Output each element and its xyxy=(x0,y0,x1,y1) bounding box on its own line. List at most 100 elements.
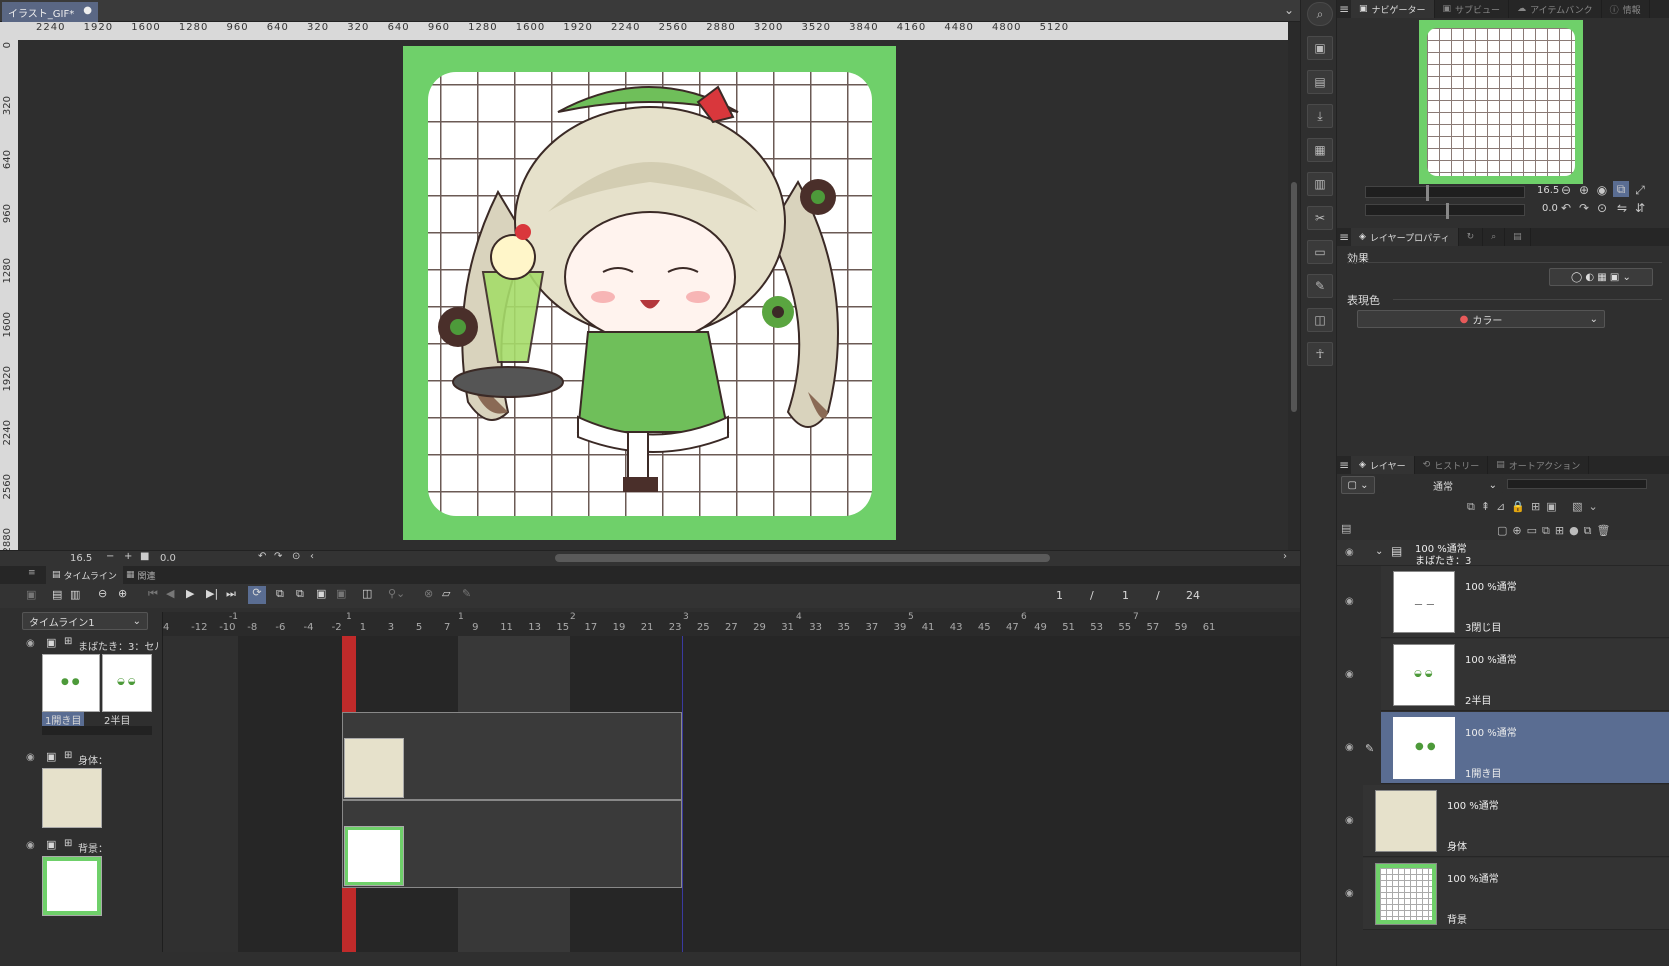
layer-row[interactable]: 100 %通常 背景 xyxy=(1363,858,1669,930)
tab-related[interactable]: ▦ 関連 xyxy=(120,566,162,584)
artwork-canvas[interactable] xyxy=(403,46,896,540)
expand-icon[interactable]: ⊞ xyxy=(64,636,72,647)
fit-icon[interactable]: ■ xyxy=(140,551,149,562)
fit-icon[interactable]: ◉ xyxy=(1595,183,1609,197)
prev-frame-icon[interactable]: ◀ xyxy=(166,587,174,600)
folder-icon[interactable]: ▭ xyxy=(1307,240,1333,264)
expand-icon[interactable]: ⊞ xyxy=(64,750,72,761)
onion-skin-icon[interactable]: ◫ xyxy=(362,587,372,600)
figure-icon[interactable]: ☥ xyxy=(1307,342,1333,366)
expand-icon[interactable]: ⤢ xyxy=(1633,183,1647,198)
tab-extra-2[interactable]: ⌕ xyxy=(1483,228,1506,246)
eye-icon[interactable]: ◉ xyxy=(26,752,35,763)
menu-icon[interactable]: ≡ xyxy=(1337,458,1351,472)
chevron-down-icon[interactable]: ⌄ xyxy=(1282,3,1296,17)
opacity-slider[interactable] xyxy=(1507,479,1647,489)
last-frame-icon[interactable]: ⏭ xyxy=(226,587,236,601)
zoom-out-icon[interactable]: ⊖ xyxy=(98,587,107,600)
flip-vertical-icon[interactable]: ⇵ xyxy=(1633,201,1647,215)
blend-mode-dropdown[interactable]: 通常 ⌄ xyxy=(1383,476,1503,494)
keyframe-icon[interactable]: ⚲⌄ xyxy=(388,587,405,600)
layer-action-icons[interactable]: ▢⊕▭⧉⊞●⧉🗑 xyxy=(1497,524,1616,538)
eye-icon[interactable]: ◉ xyxy=(1345,669,1354,680)
tab-auto-action[interactable]: ▤ オートアクション xyxy=(1488,456,1590,474)
cut-icon[interactable]: ✂ xyxy=(1307,206,1333,230)
layer-row[interactable]: ◒ ◒ 100 %通常 2半目 xyxy=(1381,639,1669,711)
grid-icon[interactable]: ▦ xyxy=(1307,138,1333,162)
tab-extra-1[interactable]: ↻ xyxy=(1459,228,1484,246)
rotate-right-icon[interactable]: ↷ xyxy=(274,551,282,562)
tab-subview[interactable]: ▣ サブビュー xyxy=(1435,0,1510,18)
layer-row[interactable]: 100 %通常 身体 xyxy=(1363,785,1669,857)
eye-icon[interactable]: ◉ xyxy=(1345,596,1354,607)
canvas-horizontal-scroll-thumb[interactable] xyxy=(555,554,1050,562)
zoom-out-icon[interactable]: ⊖ xyxy=(1559,183,1573,197)
slider-knob[interactable] xyxy=(1426,185,1429,201)
next-frame-icon[interactable]: ▶| xyxy=(206,587,218,600)
rotate-right-icon[interactable]: ↷ xyxy=(1577,201,1591,215)
menu-icon[interactable]: ≡ xyxy=(1337,230,1351,244)
tab-timeline[interactable]: ▤ タイムライン xyxy=(46,566,123,584)
cel-scrollbar[interactable] xyxy=(42,726,152,735)
image-icon[interactable]: ▤ xyxy=(1307,70,1333,94)
tab-info[interactable]: ⓘ 情報 xyxy=(1602,0,1650,18)
cel-thumbnail[interactable]: ◒ ◒ xyxy=(102,654,152,712)
menu-icon[interactable]: ≡ xyxy=(28,568,36,578)
tab-layers[interactable]: ◈ レイヤー xyxy=(1351,456,1415,474)
download-icon[interactable]: ⤓ xyxy=(1307,104,1333,128)
zoom-in-icon[interactable]: ⊕ xyxy=(1577,183,1591,197)
rotate-left-icon[interactable]: ↶ xyxy=(258,551,266,562)
reset-rotation-icon[interactable]: ⊙ xyxy=(1595,201,1609,215)
search-icon[interactable]: ⌕ xyxy=(1307,2,1333,26)
rotation-slider[interactable] xyxy=(1365,203,1525,219)
layer-panel-icon[interactable]: ▤ xyxy=(1341,522,1351,535)
tab-layer-property[interactable]: ◈ レイヤープロパティ xyxy=(1351,228,1459,246)
chevron-down-icon[interactable]: ⌄ xyxy=(1375,546,1383,557)
layer-lock-icons[interactable]: ⧉⇞⊿🔒⊞▣ ▧⌄ xyxy=(1467,500,1604,514)
eye-icon[interactable]: ◉ xyxy=(1345,547,1354,558)
reset-rotation-icon[interactable]: ⊙ xyxy=(292,551,300,562)
layer-group-row[interactable]: ◉ ⌄ ▤ 100 %通常 まばたき：3 xyxy=(1337,540,1669,567)
package-icon[interactable]: ◫ xyxy=(1307,308,1333,332)
new-animation-cel-icon[interactable]: ⧉ xyxy=(296,587,304,601)
timeline-selector[interactable]: タイムライン1 ⌄ xyxy=(22,612,148,630)
zoom-slider[interactable] xyxy=(1365,185,1525,201)
layer-row-selected[interactable]: ● ● 100 %通常 1開き目 xyxy=(1381,712,1669,784)
specify-cel-icon[interactable]: ▣ xyxy=(336,587,346,600)
cel-thumbnail[interactable]: ● ● xyxy=(42,654,100,712)
document-tab[interactable]: イラスト_GIF* ● xyxy=(2,2,98,22)
slider-knob[interactable] xyxy=(1446,203,1449,219)
keyframe-edit-icon[interactable]: ▱ xyxy=(442,587,450,600)
first-frame-icon[interactable]: ⏮ xyxy=(148,587,158,601)
navigator-preview[interactable] xyxy=(1419,20,1583,184)
tab-item-bank[interactable]: ☁ アイテムバンク xyxy=(1509,0,1602,18)
play-icon[interactable]: ▶ xyxy=(186,587,194,600)
zoom-in-icon[interactable]: + xyxy=(124,551,132,562)
eye-icon[interactable]: ◉ xyxy=(1345,888,1354,899)
rotate-left-icon[interactable]: ↶ xyxy=(1559,201,1573,215)
zoom-in-icon[interactable]: ⊕ xyxy=(118,587,127,600)
new-timeline-icon[interactable]: ▣ xyxy=(26,588,36,601)
eye-icon[interactable]: ◉ xyxy=(1345,815,1354,826)
effect-buttons[interactable]: ◯ ◐ ▦ ▣ ⌄ xyxy=(1549,268,1653,286)
loop-icon[interactable]: ⟳ xyxy=(248,586,266,604)
close-icon[interactable]: ● xyxy=(83,5,92,16)
frame-list-icon[interactable]: ▥ xyxy=(70,588,80,601)
canvas-vertical-scrollbar[interactable] xyxy=(1288,22,1300,550)
eye-icon[interactable]: ◉ xyxy=(26,840,35,851)
material-icon[interactable]: ▣ xyxy=(1307,36,1333,60)
frame-icon[interactable]: ▤ xyxy=(52,588,62,601)
zoom-value[interactable]: 16.5 xyxy=(70,553,92,564)
layer-type-dropdown[interactable]: ▢ ⌄ xyxy=(1341,476,1375,494)
eye-icon[interactable]: ◉ xyxy=(1345,742,1354,753)
scroll-left-icon[interactable]: ‹ xyxy=(310,551,314,562)
tab-navigator[interactable]: ▣ ナビゲーター xyxy=(1351,0,1435,18)
keyframe-add-icon[interactable]: ⊗ xyxy=(424,587,433,600)
document-icon[interactable]: ▥ xyxy=(1307,172,1333,196)
tab-history[interactable]: ⟲ ヒストリー xyxy=(1415,456,1489,474)
tab-extra-3[interactable]: ▤ xyxy=(1505,228,1531,246)
edit-icon[interactable]: ✎ xyxy=(1307,274,1333,298)
menu-icon[interactable]: ≡ xyxy=(1337,2,1351,16)
rotation-value[interactable]: 0.0 xyxy=(160,553,176,564)
eye-icon[interactable]: ◉ xyxy=(26,638,35,649)
